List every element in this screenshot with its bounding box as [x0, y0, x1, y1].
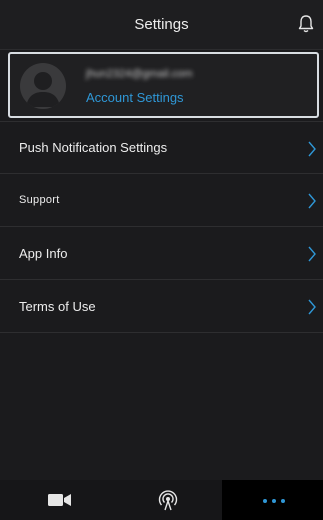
menu-item-push-notification-settings[interactable]: Push Notification Settings: [0, 121, 323, 174]
account-card[interactable]: jhun2324@gmail.com Account Settings: [8, 52, 319, 118]
menu-item-label: Support: [19, 194, 60, 206]
menu-item-terms-of-use[interactable]: Terms of Use: [0, 280, 323, 333]
live-broadcast-icon: [158, 490, 178, 511]
user-avatar-icon: [20, 63, 66, 109]
tab-live[interactable]: [111, 480, 222, 520]
chevron-right-icon: [307, 193, 317, 209]
bottom-tab-bar: [0, 480, 323, 520]
bell-icon[interactable]: [297, 14, 315, 34]
tab-more[interactable]: [222, 480, 323, 520]
chevron-right-icon: [307, 141, 317, 157]
account-email: jhun2324@gmail.com: [86, 68, 193, 80]
tab-video[interactable]: [0, 480, 111, 520]
menu-item-support[interactable]: Support: [0, 174, 323, 227]
video-camera-icon: [48, 494, 71, 506]
chevron-right-icon: [307, 299, 317, 315]
menu-item-label: Push Notification Settings: [19, 140, 168, 155]
menu-item-label: App Info: [19, 245, 68, 261]
menu-item-app-info[interactable]: App Info: [0, 227, 323, 280]
settings-menu: Push Notification Settings Support App I…: [0, 121, 323, 333]
top-bar: Settings: [0, 0, 323, 50]
page-title: Settings: [134, 16, 189, 33]
more-dots-icon: [263, 499, 285, 503]
account-settings-link[interactable]: Account Settings: [86, 90, 184, 105]
chevron-right-icon: [307, 246, 317, 262]
menu-item-label: Terms of Use: [19, 298, 96, 314]
